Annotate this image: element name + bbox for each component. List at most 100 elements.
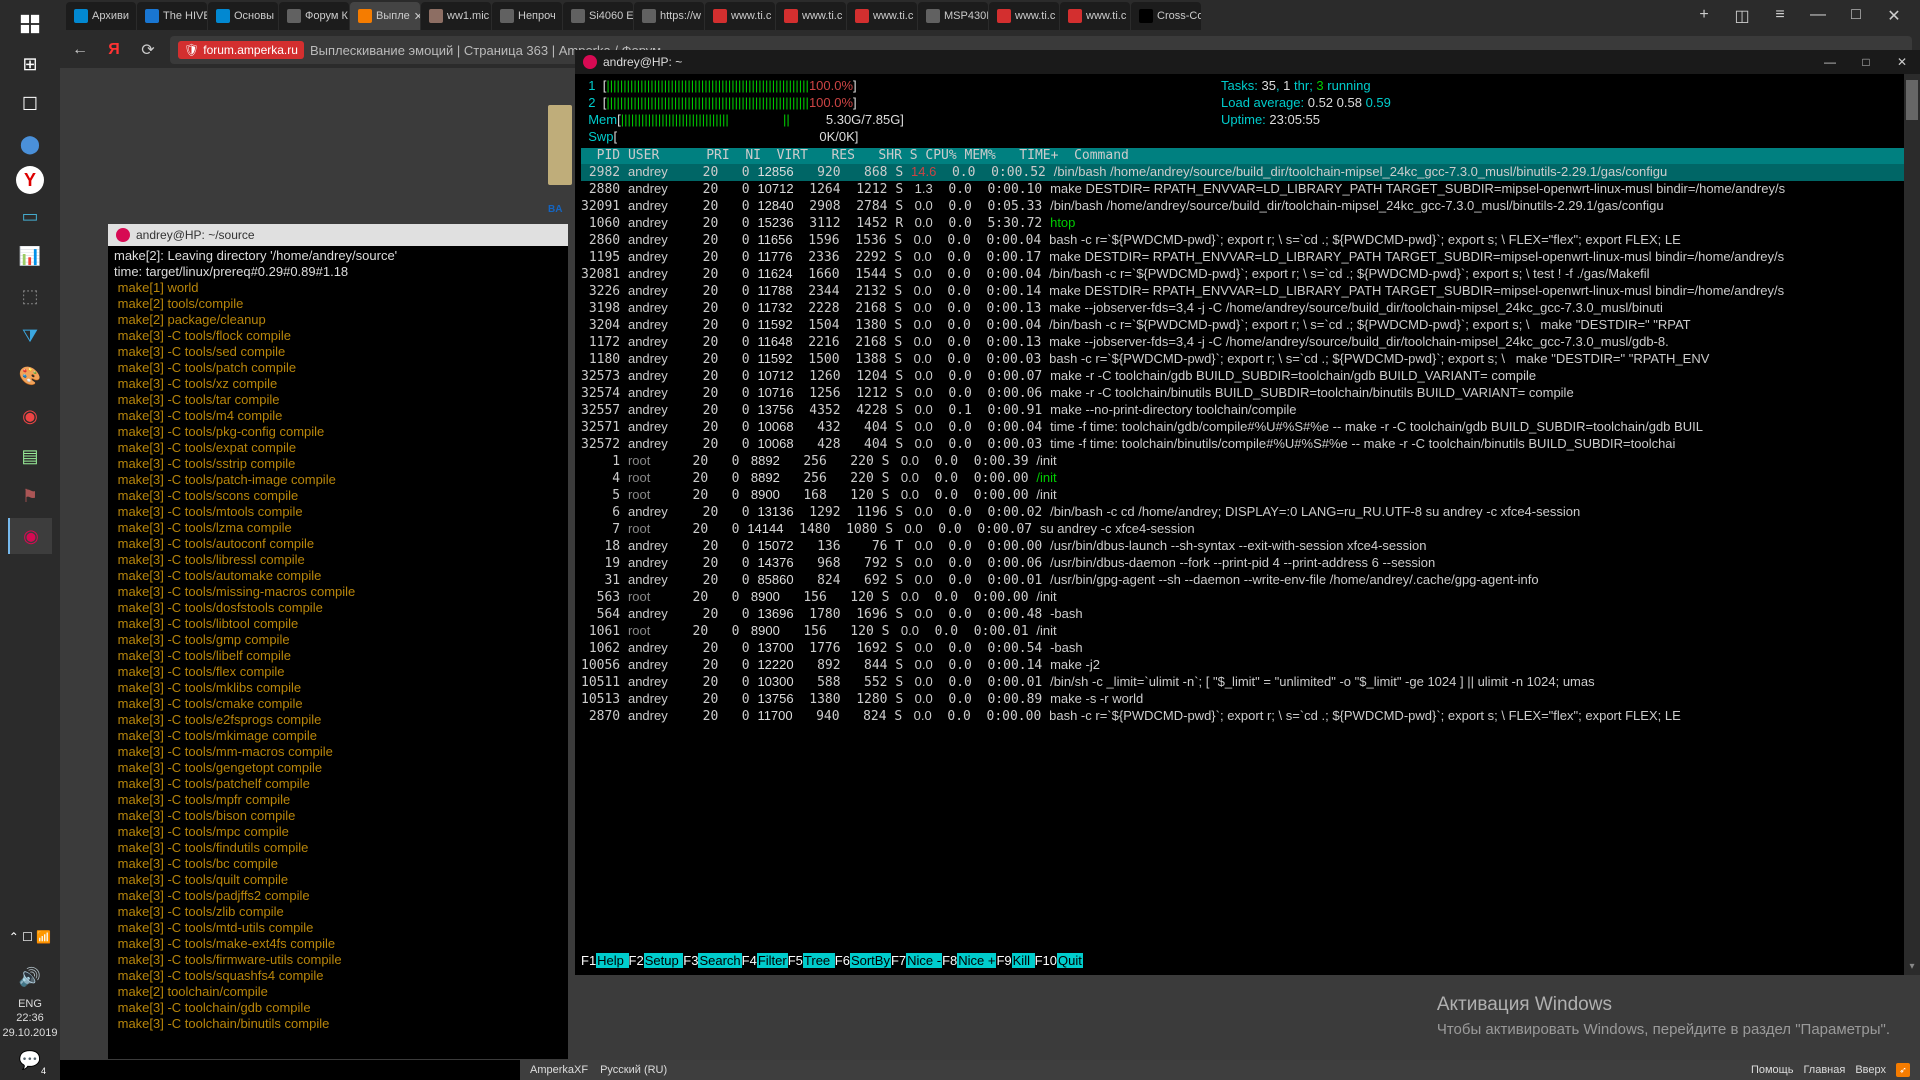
vscode-icon[interactable]: ⧩ <box>8 318 52 354</box>
flag-icon[interactable]: ⚑ <box>8 478 52 514</box>
footer-link[interactable]: AmperkaXF <box>530 1064 588 1076</box>
terminal-htop[interactable]: andrey@HP: ~ ― □ ✕ 1 [||||||||||||||||||… <box>575 50 1920 975</box>
process-row[interactable]: 4 root 20 0 8892 256 220 S 0.0 0.0 0:00.… <box>581 470 1914 487</box>
process-row[interactable]: 32081 andrey 20 0 11624 1660 1544 S 0.0 … <box>581 266 1914 283</box>
maximize-icon[interactable]: □ <box>1848 54 1884 70</box>
maximize-icon[interactable]: □ <box>1842 6 1870 26</box>
yandex-button[interactable]: Я <box>102 41 126 59</box>
browser-tab[interactable]: Cross-Co <box>1131 2 1201 30</box>
process-row[interactable]: 2982 andrey 20 0 12856 920 868 S 14.6 0.… <box>581 164 1914 181</box>
process-row[interactable]: 3226 andrey 20 0 11788 2344 2132 S 0.0 0… <box>581 283 1914 300</box>
close-icon[interactable]: ✕ <box>1880 6 1908 26</box>
palette-icon[interactable]: 🎨 <box>8 358 52 394</box>
process-row[interactable]: 10056 andrey 20 0 12220 892 844 S 0.0 0.… <box>581 657 1914 674</box>
taskbar-app-icon[interactable]: ⬚ <box>8 278 52 314</box>
htop-meters: 1 [|||||||||||||||||||||||||||||||||||||… <box>575 74 1920 148</box>
process-row[interactable]: 32091 andrey 20 0 12840 2908 2784 S 0.0 … <box>581 198 1914 215</box>
process-row[interactable]: 19 andrey 20 0 14376 968 792 S 0.0 0.0 0… <box>581 555 1914 572</box>
process-row[interactable]: 563 root 20 0 8900 156 120 S 0.0 0.0 0:0… <box>581 589 1914 606</box>
scrollbar-thumb[interactable] <box>1906 80 1918 120</box>
browser-tab[interactable]: Основы <box>208 2 278 30</box>
process-row[interactable]: 18 andrey 20 0 15072 136 76 T 0.0 0.0 0:… <box>581 538 1914 555</box>
taskbar-app-icon[interactable]: ◉ <box>8 398 52 434</box>
process-row[interactable]: 32573 andrey 20 0 10712 1260 1204 S 0.0 … <box>581 368 1914 385</box>
process-row[interactable]: 2880 andrey 20 0 10712 1264 1212 S 1.3 0… <box>581 181 1914 198</box>
close-icon[interactable]: ✕ <box>1884 54 1920 70</box>
process-row[interactable]: 10511 andrey 20 0 10300 588 552 S 0.0 0.… <box>581 674 1914 691</box>
process-row[interactable]: 564 andrey 20 0 13696 1780 1696 S 0.0 0.… <box>581 606 1914 623</box>
windows-taskbar: ⊞ ☐ ⬤ Y ▭ 📊 ⬚ ⧩ 🎨 ◉ ▤ ⚑ ◉ ⌃ ☐ 📶 🔊 ENG 22… <box>0 0 60 1080</box>
browser-tab[interactable]: www.ti.c <box>705 2 775 30</box>
process-row[interactable]: 6 andrey 20 0 13136 1292 1196 S 0.0 0.0 … <box>581 504 1914 521</box>
footer-link[interactable]: Вверх <box>1855 1064 1886 1076</box>
browser-tab[interactable]: www.ti.c <box>989 2 1059 30</box>
yandex-icon[interactable]: Y <box>16 166 44 194</box>
taskbar-app-icon[interactable]: ☐ <box>8 86 52 122</box>
process-row[interactable]: 1062 andrey 20 0 13700 1776 1692 S 0.0 0… <box>581 640 1914 657</box>
terminal-output: make[2]: Leaving directory '/home/andrey… <box>108 246 568 1034</box>
process-row[interactable]: 1195 andrey 20 0 11776 2336 2292 S 0.0 0… <box>581 249 1914 266</box>
process-row[interactable]: 3204 andrey 20 0 11592 1504 1380 S 0.0 0… <box>581 317 1914 334</box>
bookmark-icon[interactable]: ◫ <box>1728 6 1756 26</box>
browser-tab[interactable]: Форум К <box>279 2 349 30</box>
reload-button[interactable]: ⟳ <box>136 40 160 60</box>
process-row[interactable]: 10513 andrey 20 0 13756 1380 1280 S 0.0 … <box>581 691 1914 708</box>
browser-tab[interactable]: The HIVE <box>137 2 207 30</box>
debian-icon[interactable]: ◉ <box>8 518 52 554</box>
browser-tab[interactable]: www.ti.c <box>847 2 917 30</box>
browser-tab[interactable]: ww1.mic <box>421 2 491 30</box>
start-button[interactable] <box>8 6 52 42</box>
minimize-icon[interactable]: ― <box>1804 6 1832 26</box>
taskbar-app-icon[interactable]: ⬤ <box>8 126 52 162</box>
process-row[interactable]: 32572 andrey 20 0 10068 428 404 S 0.0 0.… <box>581 436 1914 453</box>
task-view-icon[interactable]: ⊞ <box>8 46 52 82</box>
new-tab-button[interactable]: + <box>1690 6 1718 26</box>
browser-tab-strip: АрхивиThe HIVEОсновыФорум КВыпле ✕ww1.mi… <box>60 0 1920 32</box>
process-row[interactable]: 32557 andrey 20 0 13756 4352 4228 S 0.0 … <box>581 402 1914 419</box>
taskbar-app-icon[interactable]: 📊 <box>8 238 52 274</box>
process-row[interactable]: 7 root 20 0 14144 1480 1080 S 0.0 0.0 0:… <box>581 521 1914 538</box>
process-row[interactable]: 31 andrey 20 0 85860 824 692 S 0.0 0.0 0… <box>581 572 1914 589</box>
browser-tab[interactable]: MSP430I <box>918 2 988 30</box>
process-row[interactable]: 1061 root 20 0 8900 156 120 S 0.0 0.0 0:… <box>581 623 1914 640</box>
scroll-down-icon[interactable]: ▾ <box>1906 959 1918 973</box>
footer-link[interactable]: Главная <box>1803 1064 1845 1076</box>
process-row[interactable]: 1060 andrey 20 0 15236 3112 1452 R 0.0 0… <box>581 215 1914 232</box>
tray-icons[interactable]: ⌃ ☐ 📶 <box>8 919 52 955</box>
back-button[interactable]: ← <box>68 41 92 59</box>
notification-icon[interactable]: 💬4 <box>8 1042 52 1078</box>
process-row[interactable]: 1172 andrey 20 0 11648 2216 2168 S 0.0 0… <box>581 334 1914 351</box>
menu-icon[interactable]: ≡ <box>1766 6 1794 26</box>
process-row[interactable]: 3198 andrey 20 0 11732 2228 2168 S 0.0 0… <box>581 300 1914 317</box>
browser-tab[interactable]: Непроч <box>492 2 562 30</box>
process-row[interactable]: 1180 andrey 20 0 11592 1500 1388 S 0.0 0… <box>581 351 1914 368</box>
scrollbar[interactable]: ▾ <box>1904 74 1920 975</box>
terminal-title: andrey@HP: ~/source <box>136 227 255 243</box>
browser-tab[interactable]: Выпле ✕ <box>350 2 420 30</box>
terminal-titlebar[interactable]: andrey@HP: ~/source <box>108 224 568 246</box>
rss-icon[interactable]: ➶ <box>1896 1063 1910 1077</box>
taskbar-app-icon[interactable]: ▭ <box>8 198 52 234</box>
browser-tab[interactable]: Si4060 E <box>563 2 633 30</box>
process-row[interactable]: 2860 andrey 20 0 11656 1596 1536 S 0.0 0… <box>581 232 1914 249</box>
files-icon[interactable]: ▤ <box>8 438 52 474</box>
browser-tab[interactable]: Архиви <box>66 2 136 30</box>
terminal-make[interactable]: andrey@HP: ~/source make[2]: Leaving dir… <box>108 224 568 1059</box>
language-indicator[interactable]: ENG <box>18 997 42 1011</box>
process-row[interactable]: 5 root 20 0 8900 168 120 S 0.0 0.0 0:00.… <box>581 487 1914 504</box>
browser-tab[interactable]: https://w <box>634 2 704 30</box>
footer-link[interactable]: Помощь <box>1751 1064 1794 1076</box>
process-row[interactable]: 32571 andrey 20 0 10068 432 404 S 0.0 0.… <box>581 419 1914 436</box>
clock[interactable]: 22:3629.10.2019 <box>2 1011 57 1040</box>
browser-tab[interactable]: www.ti.c <box>1060 2 1130 30</box>
process-row[interactable]: 2870 andrey 20 0 11700 940 824 S 0.0 0.0… <box>581 708 1914 725</box>
process-row[interactable]: 1 root 20 0 8892 256 220 S 0.0 0.0 0:00.… <box>581 453 1914 470</box>
volume-icon[interactable]: 🔊 <box>8 959 52 995</box>
htop-function-bar[interactable]: F1Help F2Setup F3SearchF4FilterF5Tree F6… <box>581 953 1914 969</box>
process-row[interactable]: 32574 andrey 20 0 10716 1256 1212 S 0.0 … <box>581 385 1914 402</box>
minimize-icon[interactable]: ― <box>1812 54 1848 70</box>
footer-link[interactable]: Русский (RU) <box>600 1064 667 1076</box>
terminal-titlebar[interactable]: andrey@HP: ~ ― □ ✕ <box>575 50 1920 74</box>
browser-tab[interactable]: www.ti.c <box>776 2 846 30</box>
table-header[interactable]: PID USER PRI NI VIRT RES SHR S CPU% MEM%… <box>581 148 1914 164</box>
